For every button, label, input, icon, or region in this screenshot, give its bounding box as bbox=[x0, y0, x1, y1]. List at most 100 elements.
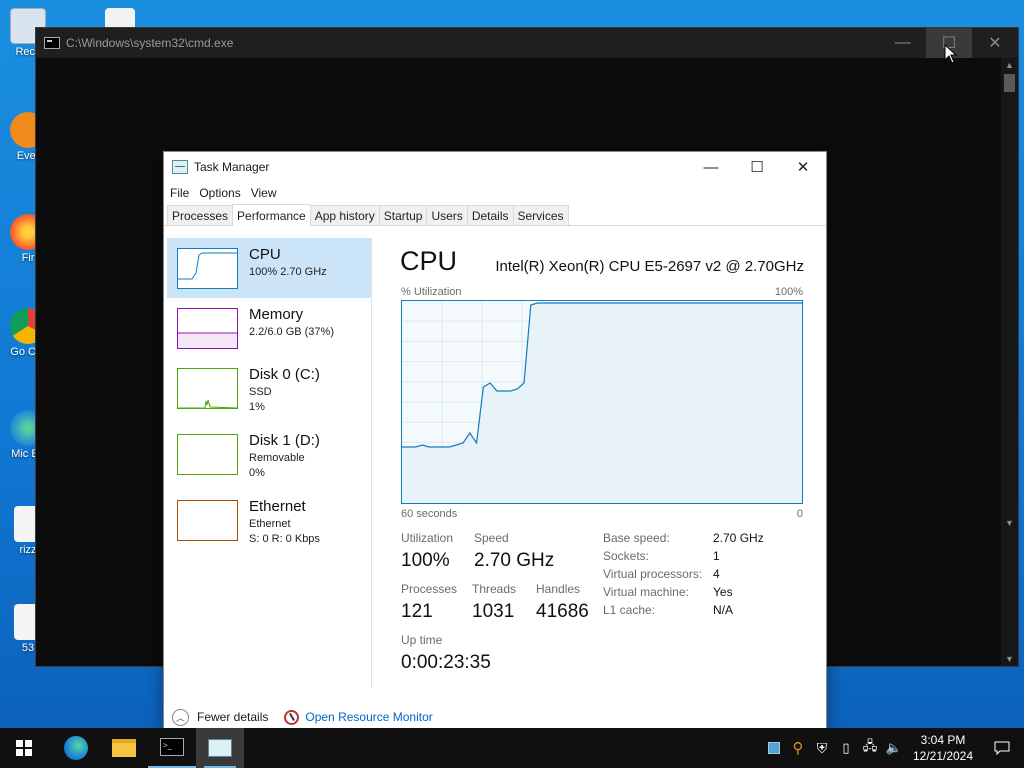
resource-name: Disk 1 (D:) bbox=[249, 432, 320, 449]
task-manager-footer: ︿ Fewer details Open Resource Monitor bbox=[164, 706, 826, 728]
utilization-value: 100% bbox=[401, 550, 450, 571]
resource-summary: Removable 0% bbox=[249, 451, 305, 481]
resource-summary: Ethernet S: 0 R: 0 Kbps bbox=[249, 517, 320, 547]
resource-name: Disk 0 (C:) bbox=[249, 366, 320, 383]
chevron-up-icon[interactable]: ︿ bbox=[172, 708, 189, 726]
fewer-details-link[interactable]: Fewer details bbox=[197, 710, 268, 724]
minimize-button[interactable]: — bbox=[688, 152, 734, 182]
maximize-button[interactable]: ☐ bbox=[734, 152, 780, 182]
uptime-label: Up time bbox=[401, 633, 443, 647]
disk-usage: 0% bbox=[249, 467, 265, 479]
spec-value: Yes bbox=[713, 585, 733, 599]
cmd-icon: >_ bbox=[160, 738, 184, 756]
tab-processes[interactable]: Processes bbox=[167, 205, 234, 225]
disk-usage: 1% bbox=[249, 401, 265, 413]
tab-users[interactable]: Users bbox=[426, 205, 468, 225]
clock[interactable]: 3:04 PM 12/21/2024 bbox=[906, 732, 980, 764]
scroll-up-icon[interactable]: ▲ bbox=[1001, 60, 1018, 70]
mouse-cursor-icon bbox=[944, 44, 958, 64]
notification-icon[interactable] bbox=[980, 728, 1024, 768]
spec-value: N/A bbox=[713, 603, 734, 617]
utilization-axis-label: % Utilization bbox=[401, 286, 462, 298]
search-tool-icon[interactable]: ⚲ bbox=[786, 728, 810, 768]
scroll-down-icon[interactable]: ▼ bbox=[1001, 654, 1018, 664]
clock-date: 12/21/2024 bbox=[912, 749, 974, 763]
menu-view[interactable]: View bbox=[251, 186, 283, 200]
disk-type: SSD bbox=[249, 386, 272, 398]
resource-name: Ethernet bbox=[249, 498, 306, 515]
resource-list: CPU 100% 2.70 GHz Memory 2.2/6.0 GB (37%… bbox=[167, 238, 372, 688]
time-axis-right: 0 bbox=[796, 508, 803, 520]
task-manager-title: Task Manager bbox=[194, 160, 270, 174]
menu-options[interactable]: Options bbox=[199, 186, 246, 200]
tab-details[interactable]: Details bbox=[466, 205, 514, 225]
resource-summary: 100% 2.70 GHz bbox=[249, 266, 327, 278]
spec-value: 4 bbox=[713, 567, 720, 581]
resource-item-ethernet[interactable]: Ethernet Ethernet S: 0 R: 0 Kbps bbox=[167, 490, 371, 550]
cmd-close-button[interactable]: ✕ bbox=[972, 28, 1018, 58]
tab-startup[interactable]: Startup bbox=[378, 205, 428, 225]
cmd-icon bbox=[44, 37, 60, 49]
cpu-mini-graph bbox=[177, 248, 238, 289]
handles-value: 41686 bbox=[536, 601, 589, 622]
network-icon[interactable]: 🖧 bbox=[858, 728, 882, 768]
close-button[interactable]: ✕ bbox=[780, 152, 826, 182]
speed-label: Speed bbox=[474, 531, 509, 545]
adapter-name: Ethernet bbox=[249, 518, 291, 530]
resource-item-cpu[interactable]: CPU 100% 2.70 GHz bbox=[167, 238, 371, 298]
cpu-utilization-chart bbox=[402, 301, 802, 503]
taskbar-edge[interactable] bbox=[52, 728, 100, 768]
cmd-scrollbar[interactable]: ▲ ▼ ▼ bbox=[1001, 58, 1018, 666]
resource-summary: 2.2/6.0 GB (37%) bbox=[249, 326, 334, 338]
handles-label: Handles bbox=[536, 582, 581, 596]
cpu-model: Intel(R) Xeon(R) CPU E5-2697 v2 @ 2.70GH… bbox=[495, 258, 804, 275]
usb-icon[interactable]: ▯ bbox=[834, 728, 858, 768]
spec-value: 2.70 GHz bbox=[713, 531, 764, 545]
spec-key: Virtual processors: bbox=[603, 567, 703, 581]
task-manager-icon bbox=[172, 160, 188, 174]
resource-item-memory[interactable]: Memory 2.2/6.0 GB (37%) bbox=[167, 298, 371, 358]
tab-services[interactable]: Services bbox=[512, 205, 569, 225]
task-manager-window[interactable]: Task Manager — ☐ ✕ File Options View Pro… bbox=[163, 151, 827, 729]
throughput: S: 0 R: 0 Kbps bbox=[249, 533, 320, 545]
menu-bar: File Options View bbox=[164, 182, 826, 204]
menu-file[interactable]: File bbox=[170, 186, 195, 200]
taskbar-cmd[interactable]: >_ bbox=[148, 728, 196, 768]
time-axis-left: 60 seconds bbox=[401, 508, 458, 520]
disk-0-mini-graph bbox=[177, 368, 238, 409]
scrollbar-thumb[interactable] bbox=[1004, 74, 1015, 92]
resource-summary: SSD 1% bbox=[249, 385, 272, 415]
cpu-utilization-graph bbox=[401, 300, 803, 504]
tab-performance[interactable]: Performance bbox=[232, 204, 311, 226]
memory-mini-graph bbox=[177, 308, 238, 349]
scroll-down-icon[interactable]: ▼ bbox=[1001, 518, 1018, 528]
taskbar: >_ ⚲ ⛨ ▯ 🖧 🔈 3:04 PM 12/21/2024 bbox=[0, 728, 1024, 768]
task-manager-titlebar[interactable]: Task Manager — ☐ ✕ bbox=[164, 152, 826, 182]
resource-name: Memory bbox=[249, 306, 304, 323]
taskbar-task-manager[interactable] bbox=[196, 728, 244, 768]
app-tray-icon[interactable] bbox=[762, 728, 786, 768]
processes-value: 121 bbox=[401, 601, 433, 622]
clock-time: 3:04 PM bbox=[920, 733, 966, 747]
resource-item-disk-1[interactable]: Disk 1 (D:) Removable 0% bbox=[167, 424, 371, 484]
edge-icon bbox=[64, 736, 88, 760]
resource-item-disk-0[interactable]: Disk 0 (C:) SSD 1% bbox=[167, 358, 371, 418]
processes-label: Processes bbox=[401, 582, 458, 596]
cpu-utilization-area bbox=[402, 303, 802, 503]
open-resource-monitor-link[interactable]: Open Resource Monitor bbox=[305, 710, 432, 724]
cpu-detail-panel: CPU Intel(R) Xeon(R) CPU E5-2697 v2 @ 2.… bbox=[376, 238, 824, 688]
utilization-label: Utilization bbox=[401, 531, 454, 545]
shield-icon[interactable]: ⛨ bbox=[810, 728, 834, 768]
taskbar-file-explorer[interactable] bbox=[100, 728, 148, 768]
volume-muted-icon[interactable]: 🔈 bbox=[882, 728, 906, 768]
threads-value: 1031 bbox=[472, 601, 515, 622]
cmd-titlebar[interactable]: C:\Windows\system32\cmd.exe — ☐ ✕ bbox=[36, 28, 1018, 58]
start-button[interactable] bbox=[0, 728, 48, 768]
cmd-minimize-button[interactable]: — bbox=[880, 28, 926, 58]
spec-key: Sockets: bbox=[603, 549, 650, 563]
detail-title: CPU bbox=[400, 246, 458, 276]
windows-logo-icon bbox=[16, 740, 32, 756]
uptime-value: 0:00:23:35 bbox=[401, 652, 491, 673]
resource-monitor-icon bbox=[284, 709, 300, 725]
tab-app-history[interactable]: App history bbox=[309, 205, 380, 225]
